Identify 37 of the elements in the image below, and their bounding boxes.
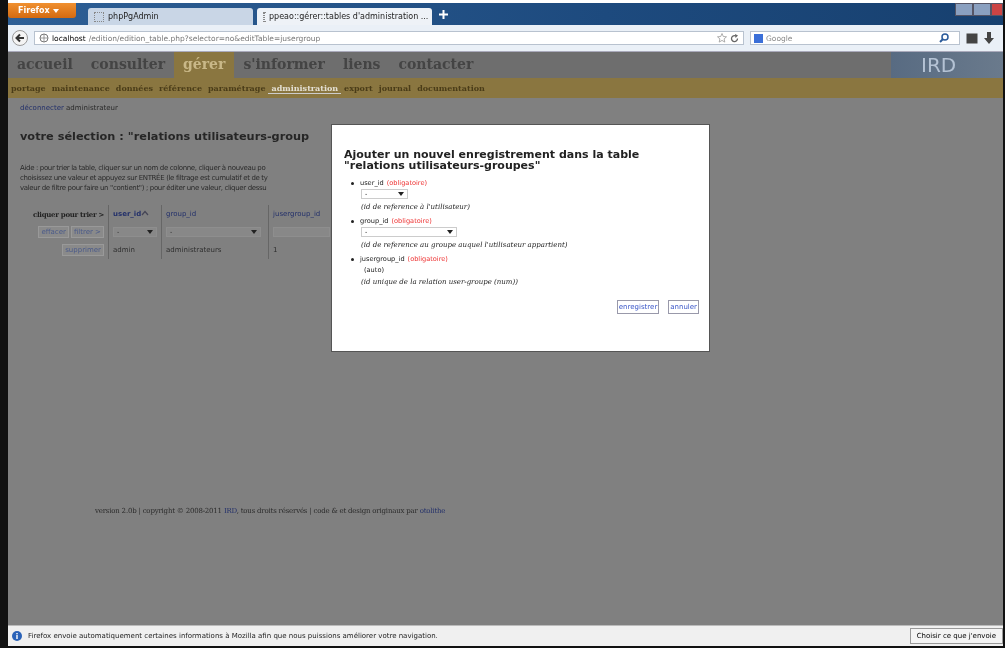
- dialog-title: "relations utilisateurs-groupes": [344, 160, 541, 171]
- bullet-icon: [351, 257, 354, 261]
- caret-icon: [447, 230, 453, 234]
- globe-icon: [39, 33, 49, 43]
- dialog-title: Ajouter un nouvel enregistrement dans la table: [344, 149, 641, 160]
- search-engine-icon[interactable]: [754, 33, 763, 43]
- bullet-icon: [351, 181, 354, 185]
- bullet-icon: [351, 219, 354, 223]
- sub-menu-item[interactable]: paramétrage: [204, 83, 269, 93]
- download-icon[interactable]: [984, 32, 994, 44]
- search-icon[interactable]: [939, 33, 949, 43]
- browser-tab[interactable]: phpPgAdmin: [88, 8, 253, 25]
- info-icon: [12, 631, 22, 641]
- sub-menu-item[interactable]: maintenance: [48, 83, 113, 93]
- star-icon[interactable]: [717, 33, 727, 43]
- logo: IRD: [891, 52, 1003, 78]
- sub-menu-item[interactable]: administration: [268, 82, 342, 94]
- sub-menu-item[interactable]: portage: [8, 83, 49, 93]
- caret-icon: [398, 192, 404, 196]
- sub-menu-item[interactable]: export: [341, 83, 376, 93]
- sub-menu-item[interactable]: données: [112, 83, 157, 93]
- back-icon[interactable]: [12, 30, 28, 46]
- caret-icon: [52, 9, 59, 13]
- sub-menu-item[interactable]: journal: [375, 83, 415, 93]
- caret-icon: [147, 230, 153, 234]
- new-tab-icon[interactable]: [438, 8, 449, 20]
- main-menu-item[interactable]: gérer: [174, 52, 235, 78]
- window-controls[interactable]: [955, 3, 1003, 16]
- sub-menu-item[interactable]: documentation: [414, 83, 488, 93]
- filter-input[interactable]: [273, 227, 330, 237]
- caret-icon: [251, 230, 257, 234]
- browser-tab[interactable]: ppeao::gérer::tables d'administration ...: [257, 8, 432, 25]
- page-title: votre sélection : "relations utilisateurs-group: [20, 130, 311, 143]
- sort-ascending-icon: [141, 210, 150, 216]
- reload-icon[interactable]: [730, 33, 739, 43]
- sub-menu-item[interactable]: référence: [156, 83, 205, 93]
- firefox-menu-button[interactable]: Firefox: [8, 3, 76, 18]
